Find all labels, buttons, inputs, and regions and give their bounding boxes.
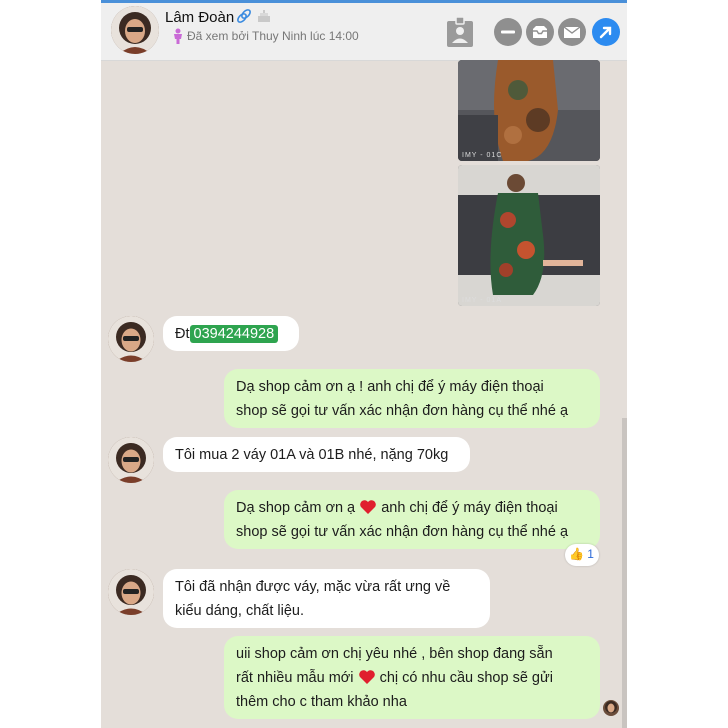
inbox-button[interactable] — [526, 18, 554, 46]
product-photo[interactable]: IMY - 01A — [458, 165, 600, 306]
message-text: uii shop cảm ơn chị yêu nhé , bên shop đ… — [236, 646, 553, 662]
sender-avatar[interactable] — [108, 316, 154, 362]
thumbs-up-icon: 👍 — [569, 547, 584, 561]
incoming-message[interactable]: Đt 0394244928 — [163, 316, 299, 351]
message-text: Tôi đã nhận được váy, mặc vừa rất ưng về — [175, 579, 451, 595]
message-text: kiểu dáng, chất liệu. — [175, 603, 304, 619]
photo-caption: IMY - 01A — [462, 297, 502, 304]
contact-name[interactable]: Lâm Đoàn — [165, 9, 234, 26]
scrollbar[interactable] — [622, 418, 627, 728]
message-text: Dạ shop cảm ơn ạ ! anh chị để ý máy điện… — [236, 379, 544, 395]
photo-caption: IMY - 01C — [462, 152, 503, 159]
person-icon — [174, 28, 182, 44]
outgoing-message[interactable]: Dạ shop cảm ơn ạ anh chị để ý máy điện t… — [224, 490, 600, 549]
message-text: Đt — [175, 326, 190, 342]
message-text: shop sẽ gọi tư vấn xác nhận đơn hàng cụ … — [236, 524, 569, 540]
inbox-icon — [533, 26, 547, 38]
heart-icon — [358, 670, 375, 684]
message-text: anh chị để ý máy điện thoại — [381, 500, 558, 516]
phone-number[interactable]: 0394244928 — [189, 325, 279, 343]
incoming-message[interactable]: Tôi đã nhận được váy, mặc vừa rất ưng về… — [163, 569, 490, 628]
minimize-button[interactable] — [494, 18, 522, 46]
message-text: shop sẽ gọi tư vấn xác nhận đơn hàng cụ … — [236, 403, 569, 419]
message-text: Dạ shop cảm ơn ạ — [236, 500, 356, 516]
message-text: rất nhiều mẫu mới — [236, 670, 354, 686]
minus-icon — [501, 30, 515, 34]
outgoing-message[interactable]: Dạ shop cảm ơn ạ ! anh chị để ý máy điện… — [224, 369, 600, 428]
contact-avatar[interactable] — [111, 6, 159, 54]
reaction-badge[interactable]: 👍 1 — [565, 544, 599, 566]
message-text: Tôi mua 2 váy 01A và 01B nhé, nặng 70kg — [175, 447, 449, 463]
incoming-message[interactable]: Tôi mua 2 váy 01A và 01B nhé, nặng 70kg — [163, 437, 470, 472]
chat-header: Lâm Đoàn Đã xem bởi Thuy Ninh lúc 14:00 — [101, 3, 627, 61]
chat-window: Lâm Đoàn Đã xem bởi Thuy Ninh lúc 14:00 … — [101, 0, 627, 728]
outgoing-message[interactable]: uii shop cảm ơn chị yêu nhé , bên shop đ… — [224, 636, 600, 719]
message-text: thêm cho c tham khảo nha — [236, 694, 407, 710]
seen-status: Đã xem bởi Thuy Ninh lúc 14:00 — [187, 29, 359, 43]
read-receipt-avatar — [603, 700, 619, 716]
open-external-button[interactable] — [592, 18, 620, 46]
heart-icon — [360, 500, 376, 514]
contact-card-icon[interactable] — [446, 16, 474, 48]
arrow-up-right-icon — [599, 26, 612, 39]
mail-button[interactable] — [558, 18, 586, 46]
mail-icon — [563, 26, 581, 38]
link-icon — [237, 9, 251, 23]
message-text: chị có nhu cầu shop sẽ gửi — [379, 670, 553, 686]
reaction-count: 1 — [587, 547, 594, 561]
sender-avatar[interactable] — [108, 569, 154, 615]
sender-avatar[interactable] — [108, 437, 154, 483]
cake-icon — [258, 10, 270, 22]
product-photo[interactable]: IMY - 01C — [458, 60, 600, 161]
